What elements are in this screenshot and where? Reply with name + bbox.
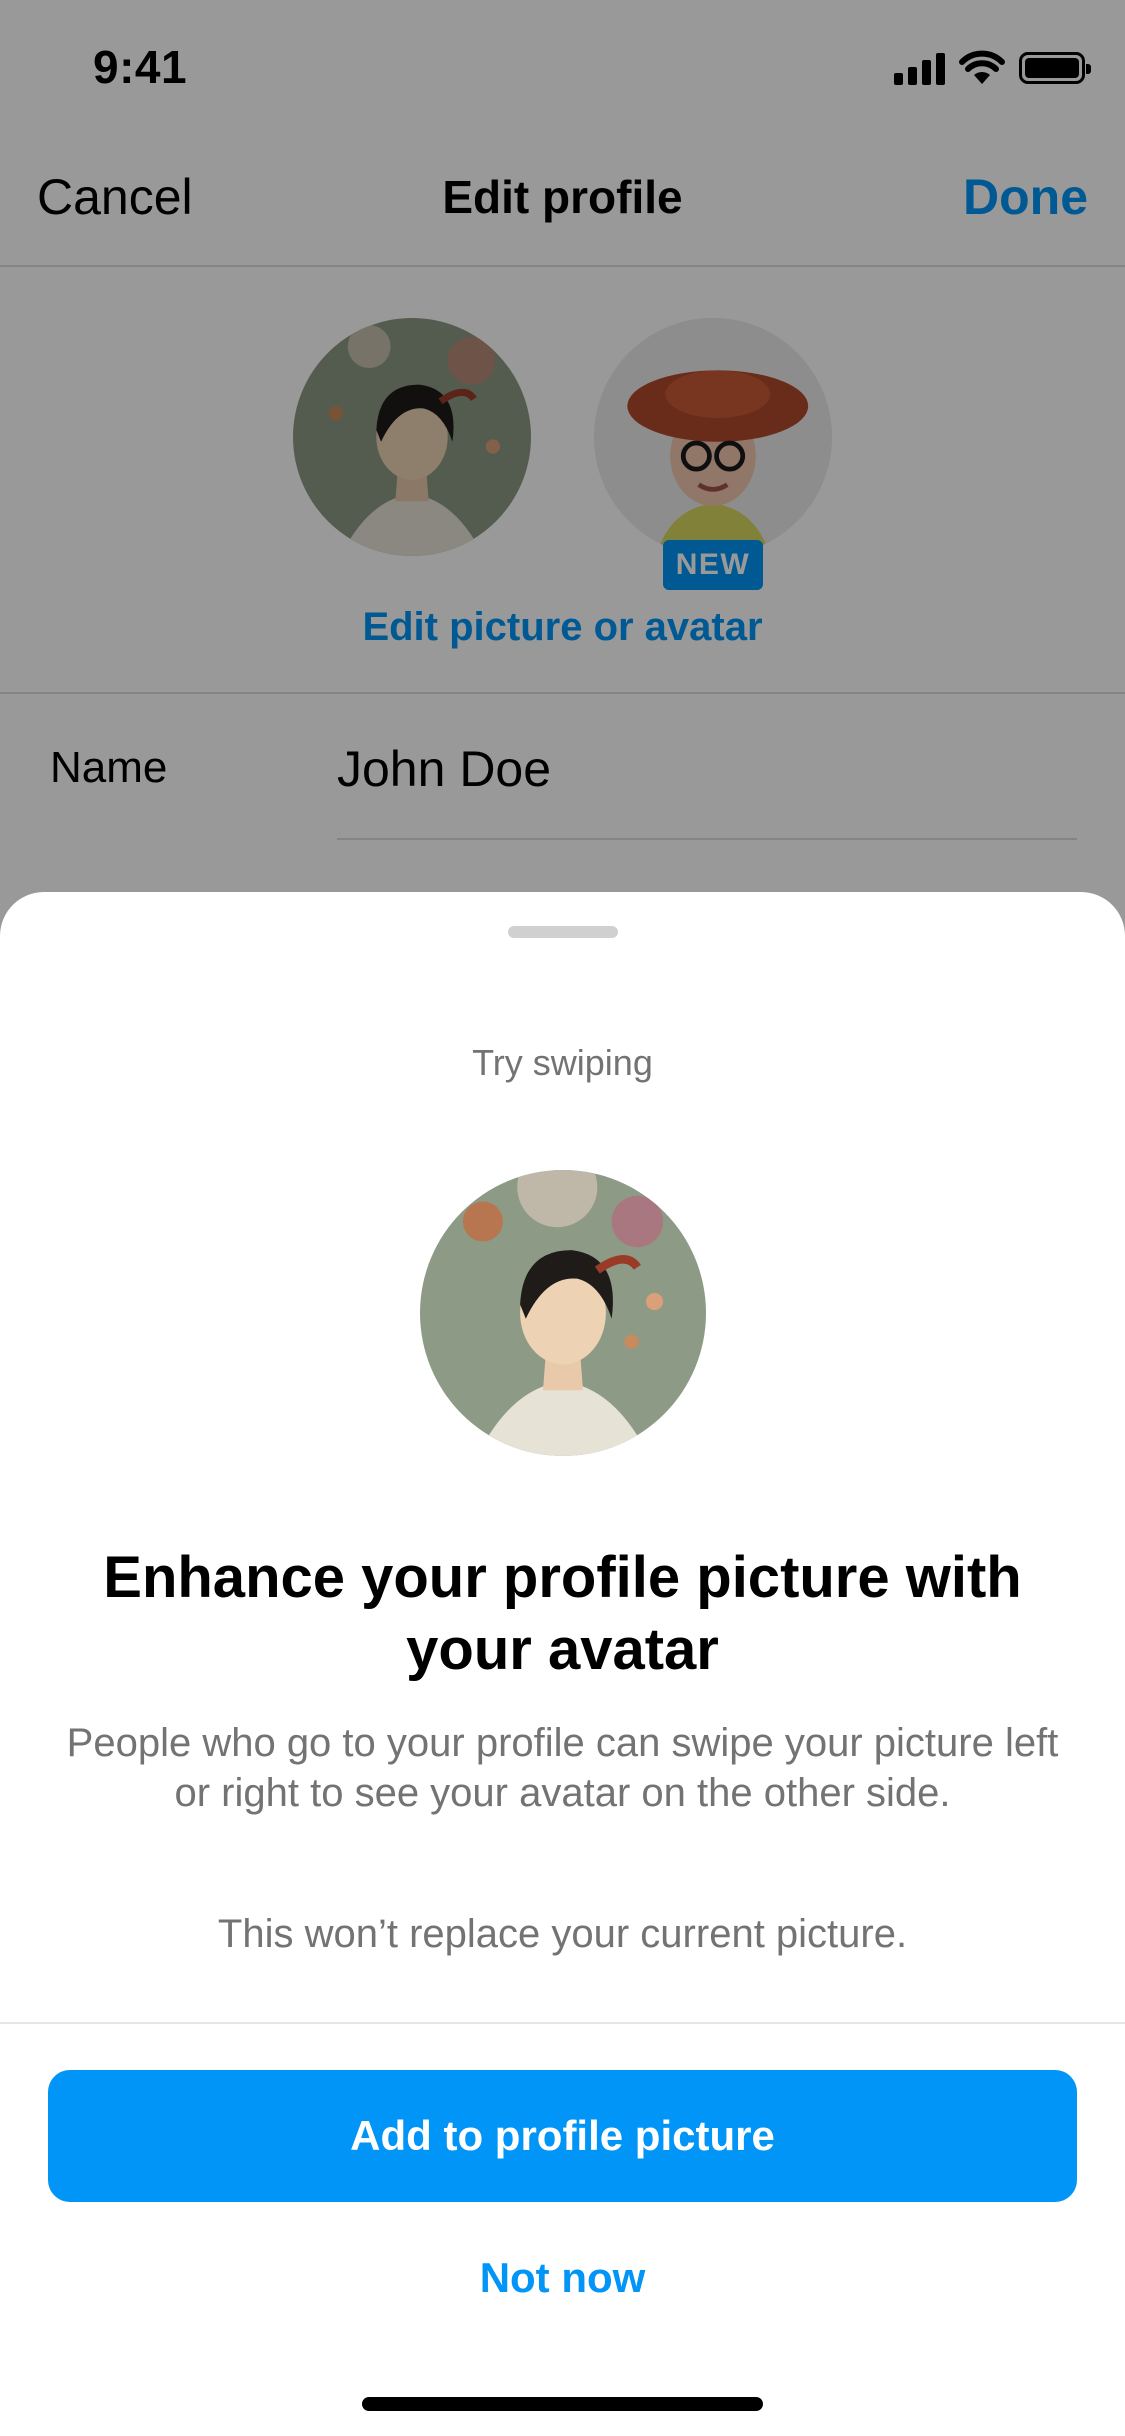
home-indicator[interactable] [362, 2397, 763, 2411]
avatar-bottom-sheet: Try swiping Enhance your profile picture… [0, 892, 1125, 2436]
swipe-hint: Try swiping [472, 1042, 653, 1083]
sheet-note: This won’t replace your current picture. [217, 1912, 908, 1956]
add-to-profile-picture-button[interactable]: Add to profile picture [48, 2070, 1077, 2202]
not-now-button[interactable]: Not now [0, 2254, 1125, 2302]
sheet-headline: Enhance your profile picture with your a… [103, 1545, 1022, 1682]
swipeable-profile-picture[interactable] [420, 1170, 706, 1456]
sheet-grabber[interactable] [508, 926, 618, 938]
sheet-description: People who go to your profile can swipe … [66, 1721, 1059, 1815]
sheet-divider [0, 2022, 1125, 2024]
